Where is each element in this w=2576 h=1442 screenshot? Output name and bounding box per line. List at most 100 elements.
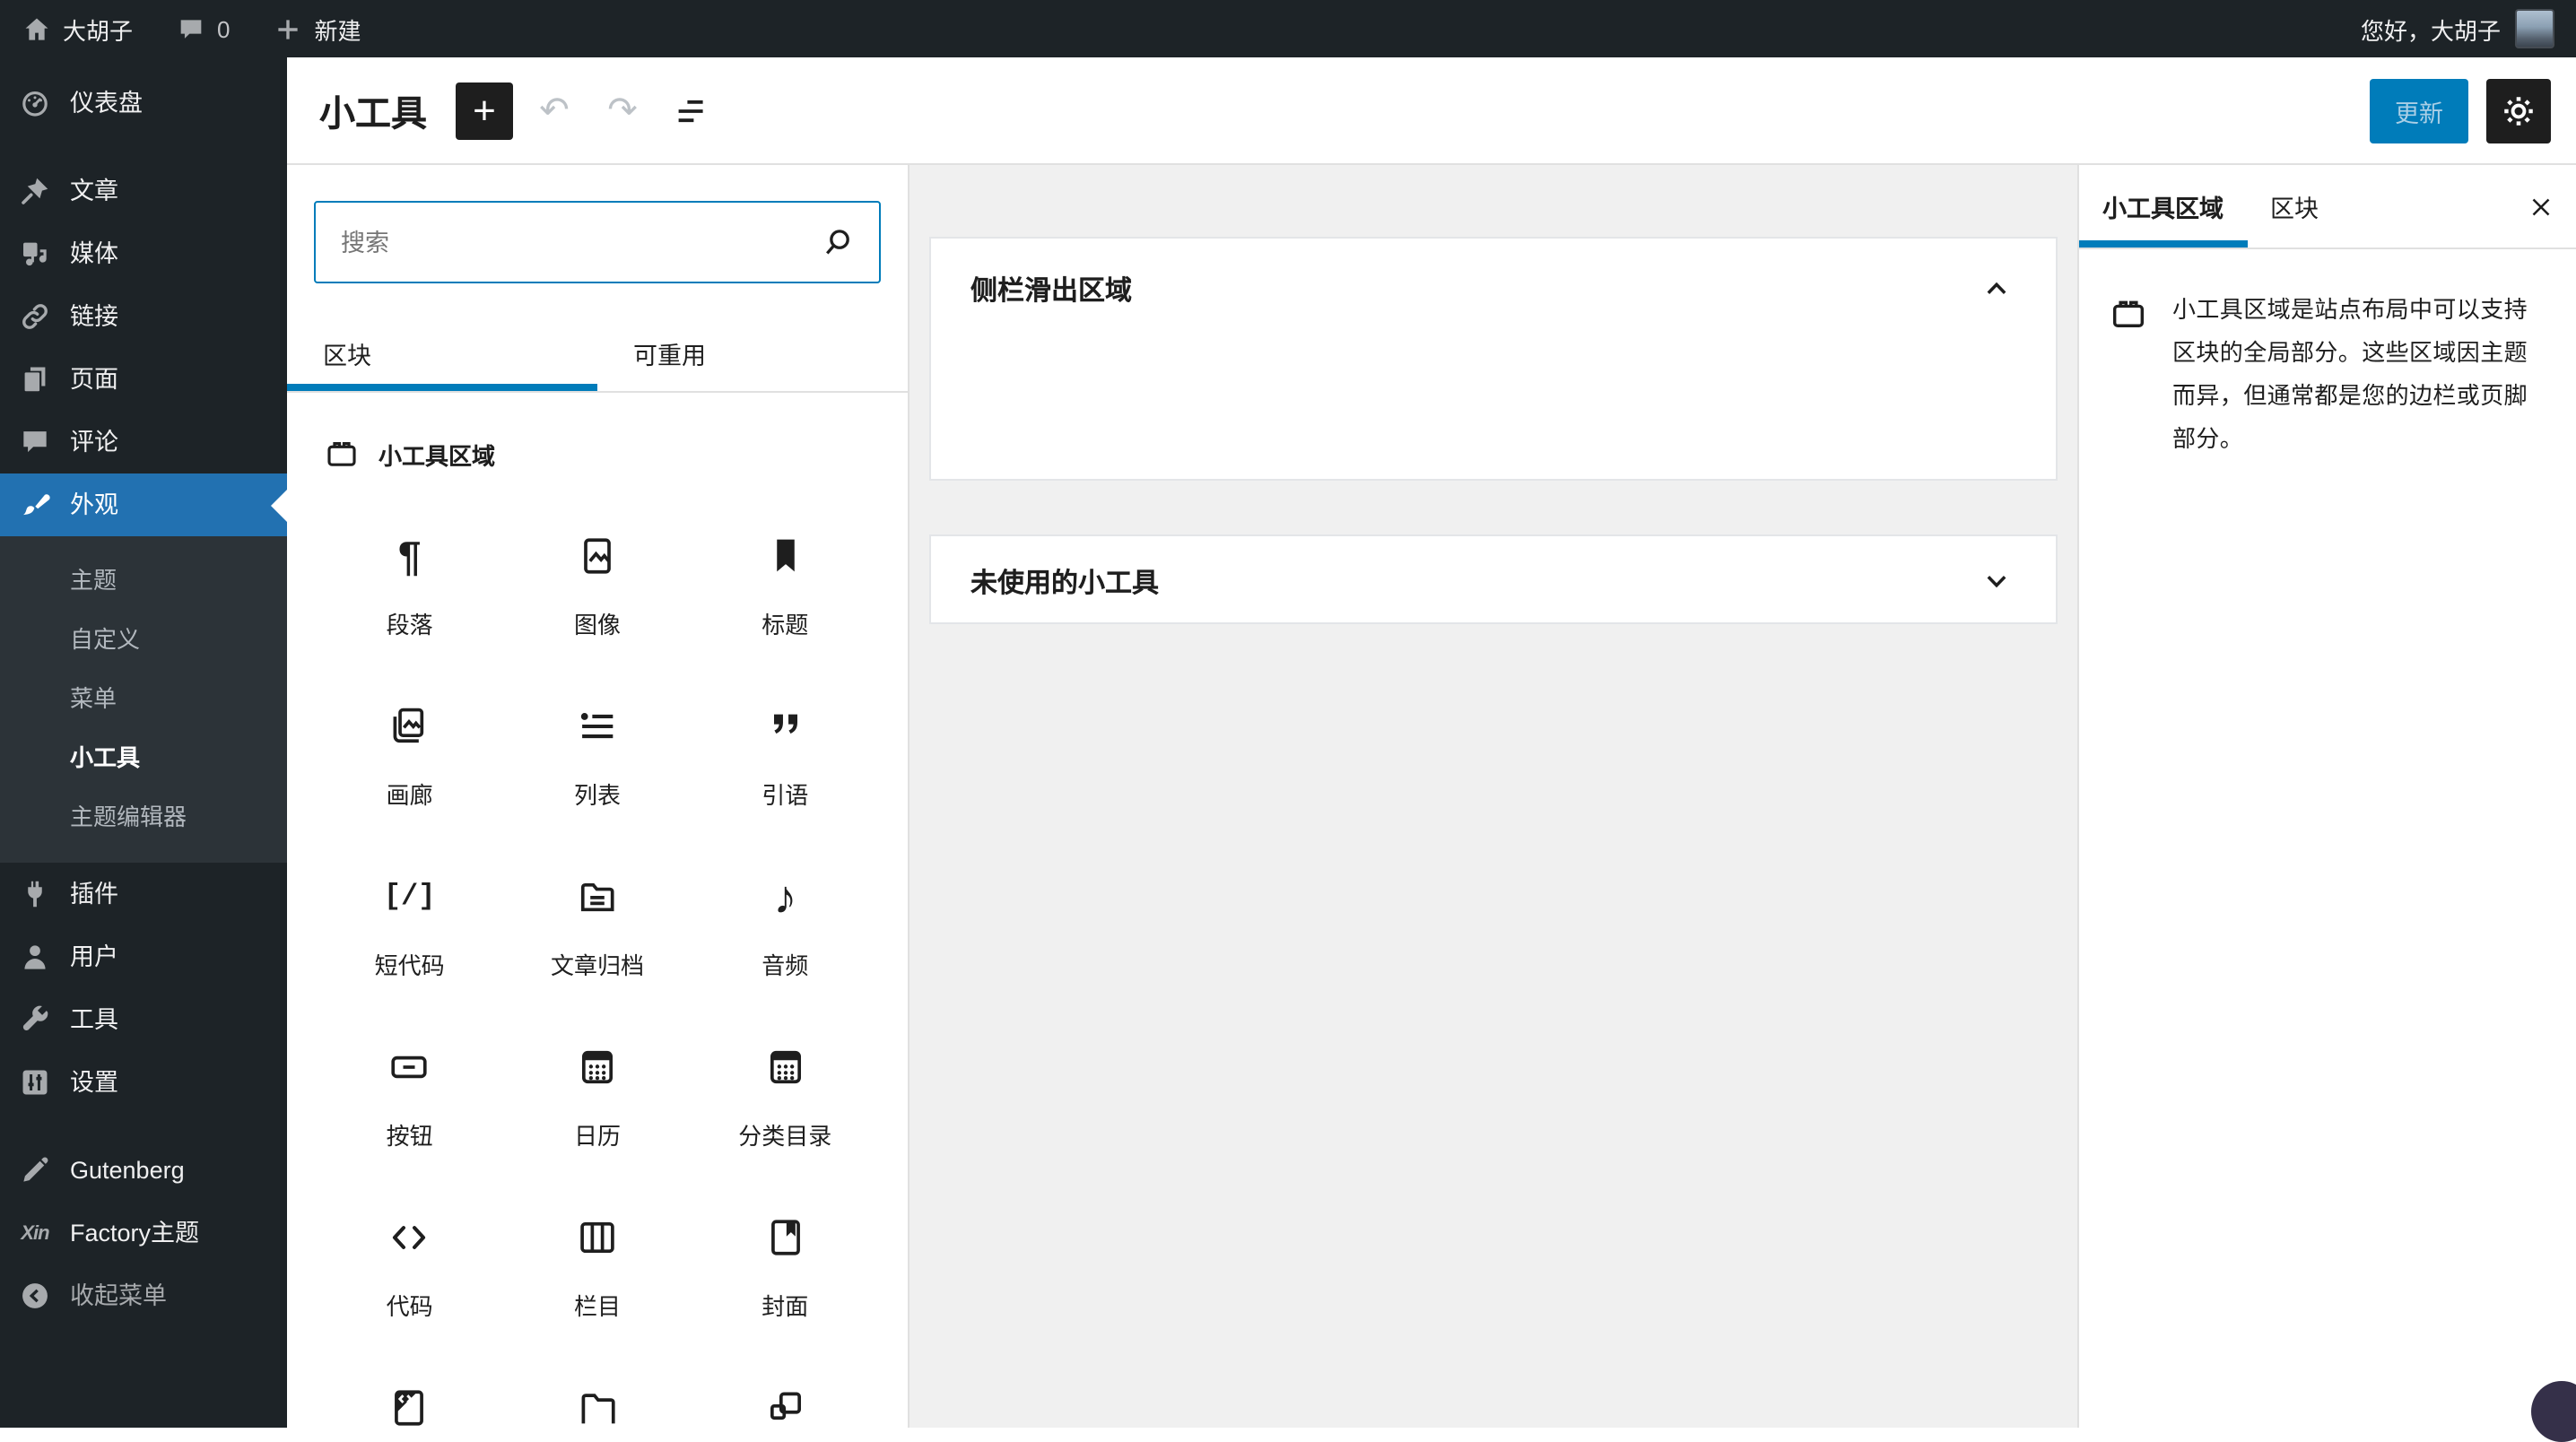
block-item-文章归档[interactable]: 文章归档: [503, 847, 691, 1017]
block-item-日历[interactable]: 日历: [503, 1017, 691, 1187]
quote-icon: [761, 699, 808, 753]
block-label: 分类目录: [738, 1123, 832, 1150]
block-item-分类目录[interactable]: 分类目录: [692, 1017, 879, 1187]
submenu-item-主题[interactable]: 主题: [0, 549, 287, 608]
categories-icon: [761, 1040, 808, 1094]
panel-title: 侧栏滑出区域: [970, 275, 1133, 306]
admin-bar-new[interactable]: 新建: [252, 0, 383, 57]
block-item[interactable]: [692, 1358, 879, 1428]
list-view-button[interactable]: [660, 82, 718, 139]
search-icon: [818, 222, 857, 262]
home-icon: [22, 13, 52, 44]
block-item-代码[interactable]: 代码: [316, 1187, 503, 1358]
sidebar-item-label: 评论: [70, 428, 118, 455]
site-name: 大胡子: [63, 17, 134, 44]
panel-header-sidebar-slideout[interactable]: 侧栏滑出区域: [931, 239, 2056, 339]
block-item-引语[interactable]: 引语: [692, 676, 879, 847]
redo-button[interactable]: ↷: [596, 82, 649, 139]
comment-icon: [18, 425, 52, 459]
widget-area-panel-inactive-widgets: 未使用的小工具: [929, 534, 2058, 624]
cover-icon: [761, 1211, 808, 1264]
folder-icon: [574, 1381, 621, 1428]
submenu-item-小工具[interactable]: 小工具: [0, 726, 287, 786]
redo-icon: ↷: [607, 91, 638, 131]
avatar[interactable]: [2515, 9, 2554, 48]
block-label: 日历: [573, 1123, 621, 1150]
admin-bar-site[interactable]: 大胡子: [0, 0, 154, 57]
editor-canvas: 侧栏滑出区域 未使用的小工具: [909, 165, 2077, 1428]
search-input[interactable]: [337, 227, 818, 257]
sidebar-item-collapse-menu[interactable]: 收起菜单: [0, 1264, 287, 1327]
code-icon: [387, 1211, 433, 1264]
sidebar-item-comments[interactable]: 评论: [0, 411, 287, 473]
settings-tabs: 小工具区域 区块: [2079, 165, 2576, 249]
group-icon: [761, 1381, 808, 1428]
sliders-icon: [18, 1065, 52, 1099]
block-item-封面[interactable]: 封面: [692, 1187, 879, 1358]
sidebar-item-gutenberg[interactable]: Gutenberg: [0, 1139, 287, 1202]
archives-icon: [574, 870, 621, 924]
panel-header-inactive-widgets[interactable]: 未使用的小工具: [931, 536, 2056, 626]
sidebar-item-pages[interactable]: 页面: [0, 348, 287, 411]
sidebar-item-posts[interactable]: 文章: [0, 160, 287, 222]
close-settings-button[interactable]: [2504, 165, 2576, 248]
user-icon: [18, 940, 52, 974]
sidebar-item-appearance[interactable]: 外观: [0, 473, 287, 536]
block-item-短代码[interactable]: [/] 短代码: [316, 847, 503, 1017]
block-item-画廊[interactable]: 画廊: [316, 676, 503, 847]
submenu-item-菜单[interactable]: 菜单: [0, 667, 287, 726]
sidebar-item-users[interactable]: 用户: [0, 925, 287, 988]
comments-count: 0: [217, 15, 231, 42]
sidebar-item-label: 设置: [70, 1068, 118, 1095]
undo-button[interactable]: ↶: [527, 82, 581, 139]
block-item-音频[interactable]: ♪ 音频: [692, 847, 879, 1017]
button-icon: [387, 1040, 433, 1094]
block-item-栏目[interactable]: 栏目: [503, 1187, 691, 1358]
submenu-item-自定义[interactable]: 自定义: [0, 608, 287, 667]
menu-separator: [0, 1114, 287, 1139]
sidebar-item-factory-theme[interactable]: Xin Factory主题: [0, 1202, 287, 1264]
block-item-列表[interactable]: 列表: [503, 676, 691, 847]
list-view-icon: [667, 89, 710, 132]
sidebar-item-settings[interactable]: 设置: [0, 1051, 287, 1114]
sidebar-item-dashboard[interactable]: 仪表盘: [0, 72, 287, 135]
sidebar-item-media[interactable]: 媒体: [0, 222, 287, 285]
block-item-图像[interactable]: 图像: [503, 506, 691, 676]
tab-widget-areas[interactable]: 小工具区域: [2079, 165, 2247, 248]
wrench-icon: [18, 1003, 52, 1037]
image-icon: [574, 529, 621, 583]
block-item[interactable]: [503, 1358, 691, 1428]
block-grid: ¶ 段落 图像 标题画廊 列表 引语 [/] 短代码 文章归档 ♪ 音频按钮 日历 分类目录代码 栏目 封面: [316, 506, 879, 1358]
xin-logo-icon: Xin: [21, 1222, 49, 1244]
user-greeting[interactable]: 您好，大胡子: [2361, 12, 2501, 46]
sidebar-item-plugins[interactable]: 插件: [0, 863, 287, 925]
inserter-section-header: 小工具区域: [323, 436, 872, 473]
block-item[interactable]: [316, 1358, 503, 1428]
panel-title: 未使用的小工具: [970, 568, 1160, 598]
gallery-icon: [387, 699, 433, 753]
widget-areas-description-block: 小工具区域是站点布局中可以支持区块的全局部分。这些区域因主题而异，但通常都是您的…: [2079, 249, 2576, 461]
tab-block[interactable]: 区块: [2247, 165, 2342, 248]
comment-bubble-icon: [176, 13, 206, 44]
menu-separator: [0, 135, 287, 160]
block-label: 按钮: [386, 1123, 433, 1150]
submenu-item-主题编辑器[interactable]: 主题编辑器: [0, 786, 287, 845]
new-label: 新建: [314, 17, 361, 44]
update-button[interactable]: 更新: [2370, 78, 2468, 143]
block-item-标题[interactable]: 标题: [692, 506, 879, 676]
sidebar-item-label: 媒体: [70, 239, 118, 266]
tab-blocks[interactable]: 区块: [287, 316, 597, 391]
block-item-段落[interactable]: ¶ 段落: [316, 506, 503, 676]
tab-reusable[interactable]: 可重用: [597, 316, 908, 391]
admin-bar-comments[interactable]: 0: [154, 0, 251, 57]
pages-icon: [18, 362, 52, 396]
search-box: [314, 201, 881, 283]
pin-icon: [18, 174, 52, 208]
add-block-button[interactable]: +: [456, 82, 513, 139]
sidebar-item-tools[interactable]: 工具: [0, 988, 287, 1051]
sidebar-item-links[interactable]: 链接: [0, 285, 287, 348]
settings-toggle-button[interactable]: [2486, 78, 2551, 143]
block-label: 代码: [386, 1293, 433, 1320]
undo-icon: ↶: [539, 91, 570, 131]
block-item-按钮[interactable]: 按钮: [316, 1017, 503, 1187]
